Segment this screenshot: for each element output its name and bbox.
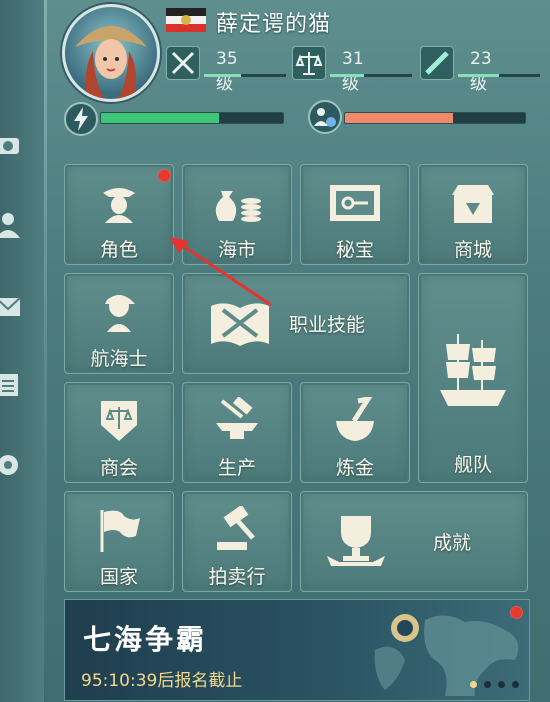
market-label: 海市 (217, 239, 256, 261)
nation-button[interactable]: 国家 (64, 491, 174, 592)
trade-level-label: 31级 (342, 49, 364, 94)
alchemy-button[interactable]: 炼金 (300, 382, 410, 483)
explore-level-bar (458, 74, 540, 77)
notice-icon[interactable] (0, 368, 24, 398)
treasure-map-icon (330, 185, 380, 221)
auction-button[interactable]: 拍卖行 (182, 491, 292, 592)
side-menu (0, 0, 44, 702)
trade-level-bar (330, 74, 412, 77)
mail-icon[interactable] (0, 292, 24, 322)
seven-seas-event-banner[interactable]: 七海争霸 95:10:39后报名截止 (64, 599, 530, 701)
guild-shield-icon (101, 401, 137, 441)
fleet-label: 舰队 (453, 454, 492, 476)
pager-dot[interactable] (484, 681, 491, 688)
character-button[interactable]: 角色 (64, 164, 174, 265)
store-button[interactable]: 商城 (418, 164, 528, 265)
ship-icon (440, 334, 506, 406)
character-icon (103, 188, 135, 223)
achievement-label: 成就 (433, 532, 472, 554)
gear-icon[interactable] (0, 450, 24, 480)
navigator-label: 航海士 (90, 348, 148, 370)
panel-border (44, 0, 47, 702)
nation-flag-icon (166, 8, 206, 32)
combat-level-bar (204, 74, 286, 77)
pager-dot[interactable] (512, 681, 519, 688)
skills-label: 职业技能 (289, 314, 366, 336)
treasure-button[interactable]: 秘宝 (300, 164, 410, 265)
banner-title: 七海争霸 (83, 623, 208, 656)
guild-button[interactable]: 商会 (64, 382, 174, 483)
camera-icon[interactable] (0, 130, 24, 160)
player-name: 薛定谔的猫 (216, 12, 332, 37)
combat-level-label: 35级 (216, 49, 238, 94)
market-button[interactable]: 海市 (182, 164, 292, 265)
store-label: 商城 (453, 239, 492, 261)
achievement-button[interactable]: 成就 (300, 491, 528, 592)
nation-label: 国家 (99, 566, 138, 588)
scales-icon (292, 46, 326, 80)
notification-badge (510, 606, 523, 619)
production-button[interactable]: 生产 (182, 382, 292, 483)
friends-icon[interactable] (0, 210, 24, 240)
auction-label: 拍卖行 (208, 566, 266, 588)
money-bag-icon (215, 191, 261, 222)
notification-badge (158, 169, 171, 182)
skill-book-icon (211, 303, 269, 346)
avatar[interactable] (62, 4, 160, 102)
guild-label: 商会 (99, 457, 138, 479)
treasure-label: 秘宝 (335, 239, 374, 261)
production-label: 生产 (217, 457, 256, 479)
pager-dot-active[interactable] (470, 681, 477, 688)
crew-bar (344, 112, 526, 124)
spyglass-icon (420, 46, 454, 80)
flag-icon (100, 510, 140, 552)
fleet-button[interactable]: 舰队 (418, 273, 528, 483)
trophy-icon (327, 516, 385, 566)
crossed-swords-icon (166, 46, 200, 80)
pager-dot[interactable] (498, 681, 505, 688)
crew-icon (308, 100, 342, 134)
character-label: 角色 (99, 239, 138, 261)
lightning-icon (64, 102, 98, 136)
anvil-hammer-icon (216, 397, 258, 439)
navigator-icon (105, 295, 135, 332)
banner-countdown: 95:10:39后报名截止 (81, 671, 243, 691)
gavel-icon (217, 506, 255, 550)
banner-pager[interactable] (463, 673, 519, 692)
shop-icon (452, 185, 494, 223)
alchemy-label: 炼金 (335, 457, 374, 479)
mortar-pestle-icon (336, 397, 374, 441)
explore-level-label: 23级 (470, 49, 492, 94)
energy-bar (100, 112, 284, 124)
skills-button[interactable]: 职业技能 (182, 273, 410, 374)
navigator-button[interactable]: 航海士 (64, 273, 174, 374)
